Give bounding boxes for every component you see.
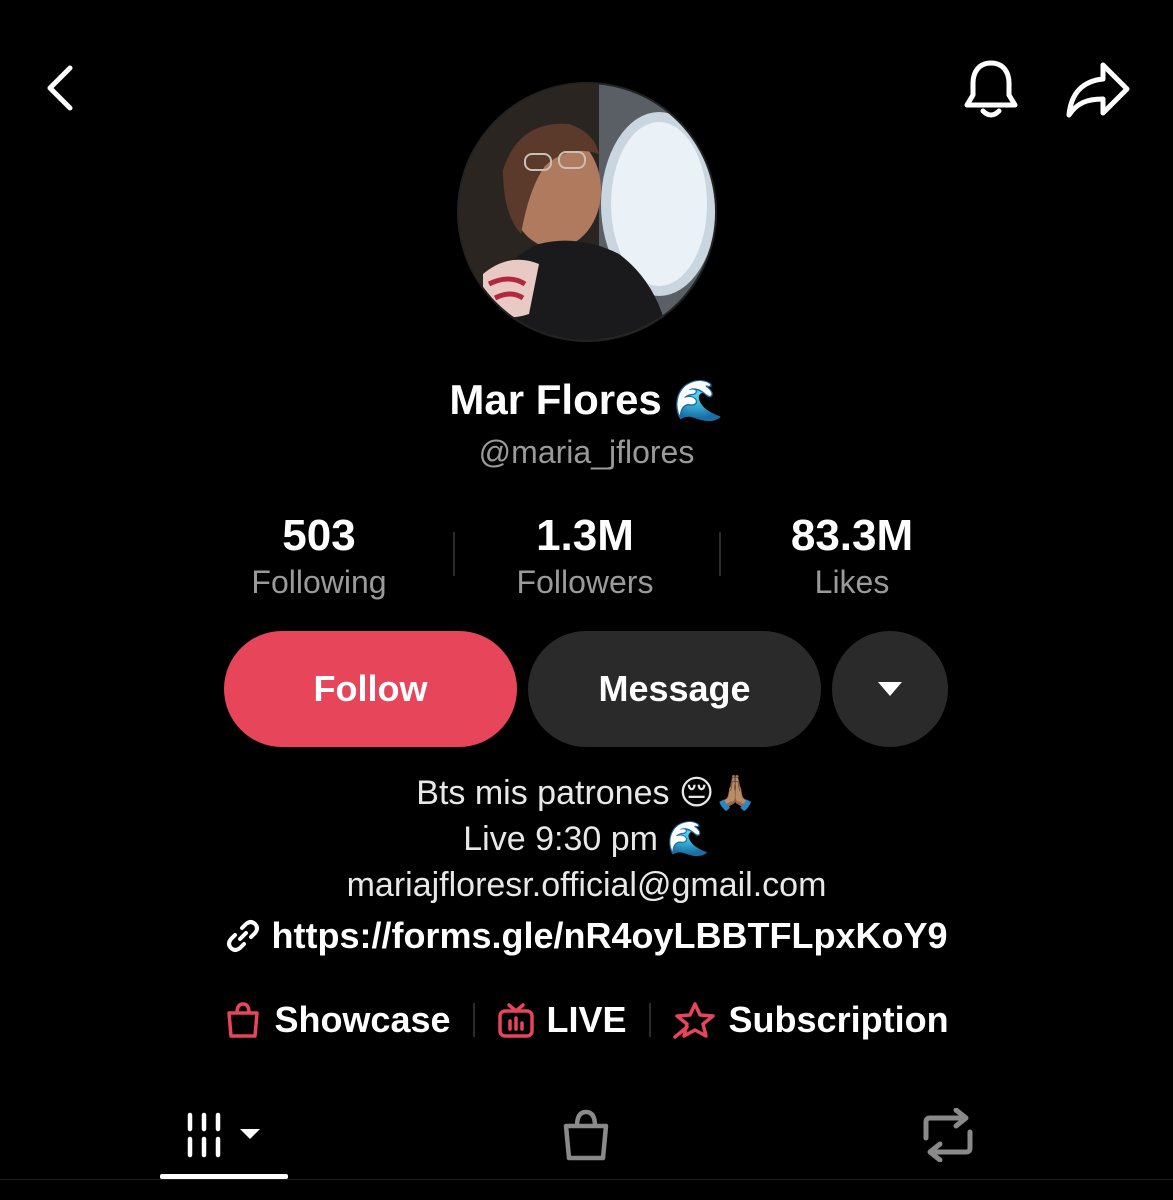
chevron-left-icon (47, 65, 73, 111)
tab-shop[interactable] (522, 1090, 650, 1180)
bio-line: Bts mis patrones 😔🙏🏽 (416, 774, 757, 812)
star-subscription-icon (672, 1002, 715, 1039)
stat-divider (453, 532, 455, 576)
stat-likes[interactable]: 83.3M Likes (732, 508, 972, 600)
name-emoji: 🌊 (673, 378, 724, 423)
live-tv-icon (497, 1003, 534, 1038)
stat-divider (719, 532, 721, 576)
live-button[interactable]: LIVE (497, 999, 627, 1041)
stat-label: Followers (516, 564, 654, 600)
stat-followers[interactable]: 1.3M Followers (465, 508, 705, 600)
stat-value: 503 (282, 511, 356, 560)
caret-down-icon (878, 682, 902, 696)
back-button[interactable] (30, 58, 90, 118)
feature-divider (648, 1003, 651, 1037)
showcase-button[interactable]: Showcase (224, 999, 451, 1041)
shopping-bag-icon (563, 1109, 609, 1161)
bio-email: mariajfloresr.official@gmail.com (346, 866, 827, 904)
showcase-label: Showcase (274, 999, 451, 1040)
feature-divider (472, 1003, 475, 1037)
follow-button[interactable]: Follow (224, 631, 517, 747)
profile-tabs (0, 1090, 1173, 1200)
bio-line: Live 9:30 pm 🌊 (463, 820, 710, 858)
link-icon (227, 920, 260, 952)
live-label: LIVE (546, 999, 627, 1040)
share-arrow-icon (1066, 62, 1130, 118)
tabs-divider (0, 1179, 1173, 1180)
display-name-row: Mar Flores 🌊 (0, 370, 1173, 430)
message-button[interactable]: Message (528, 631, 821, 747)
profile-screen: Mar Flores 🌊 @maria_jflores 503 Followin… (0, 0, 1173, 1200)
stat-value: 83.3M (790, 511, 914, 560)
tab-repost[interactable] (884, 1090, 1012, 1180)
subscription-label: Subscription (728, 999, 949, 1040)
stat-label: Following (251, 564, 387, 600)
stats-row: 503 Following 1.3M Followers 83.3M Likes (0, 508, 1173, 608)
avatar-photo (459, 84, 715, 340)
bio-link-text: https://forms.gle/nR4oyLBBTFLpxKoY9 (271, 915, 948, 956)
more-options-button[interactable] (832, 631, 948, 747)
repost-icon (923, 1108, 973, 1162)
stat-value: 1.3M (536, 511, 634, 560)
tab-videos[interactable] (160, 1090, 288, 1180)
username: @maria_jflores (478, 434, 695, 470)
display-name: Mar Flores (449, 376, 662, 423)
videos-grid-icon (187, 1112, 260, 1158)
stat-label: Likes (814, 564, 890, 600)
bell-icon (964, 60, 1018, 118)
shopping-bag-icon (227, 1002, 260, 1038)
notification-bell-button[interactable] (958, 56, 1024, 122)
feature-row: Showcase LIVE Subscription (0, 994, 1173, 1046)
share-button[interactable] (1064, 56, 1132, 122)
bio: Bts mis patrones 😔🙏🏽 Live 9:30 pm 🌊 mari… (0, 770, 1173, 908)
bio-link[interactable]: https://forms.gle/nR4oyLBBTFLpxKoY9 (0, 910, 1173, 962)
avatar[interactable] (459, 84, 715, 340)
subscription-button[interactable]: Subscription (672, 999, 949, 1041)
stat-following[interactable]: 503 Following (199, 508, 439, 600)
